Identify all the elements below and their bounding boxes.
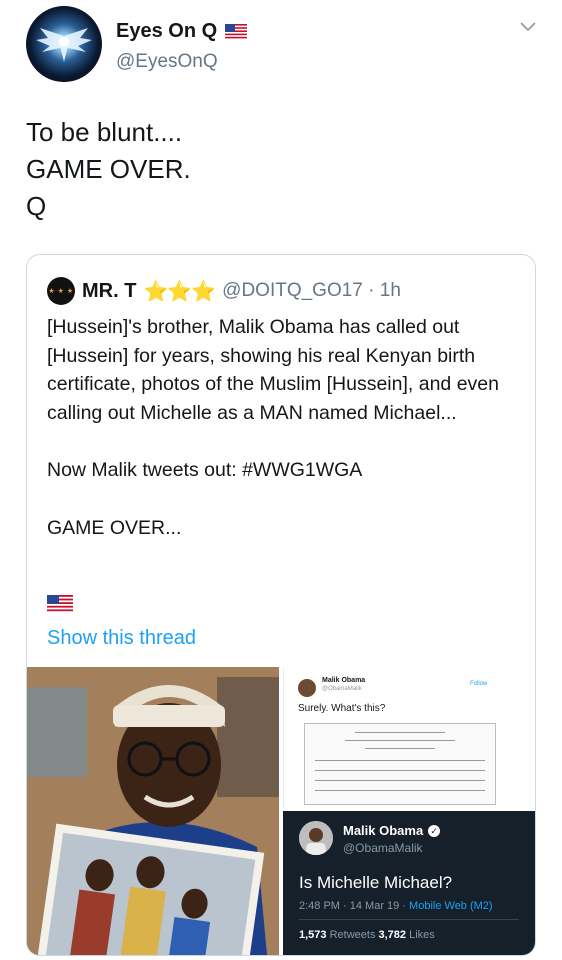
eagle-logo-icon — [36, 28, 92, 62]
retweet-count: 1,573 — [299, 929, 327, 941]
author-handle[interactable]: @EyesOnQ — [116, 51, 218, 73]
quoted-author-avatar: ★ ★ ★ — [47, 277, 75, 305]
certificate-image — [304, 723, 496, 805]
follow-button: Follow — [470, 681, 488, 687]
embedded-author-name: Malik Obama — [343, 823, 424, 838]
tweet-header: Eyes On Q @EyesOnQ — [26, 6, 536, 86]
author-name-row: Eyes On Q — [116, 20, 248, 43]
chevron-down-icon[interactable] — [520, 22, 536, 32]
embedded-author-handle: @ObamaMalik — [343, 841, 423, 855]
tweet-line: Q — [26, 191, 47, 221]
us-flag-icon — [225, 24, 248, 39]
like-label: Likes — [406, 929, 435, 941]
embedded-author-name: Malik Obama — [322, 677, 366, 684]
divider — [299, 919, 519, 920]
author-avatar[interactable] — [26, 6, 102, 82]
embedded-tweet-text: Is Michelle Michael? — [299, 873, 453, 892]
embedded-author-name-row: Malik Obama ✓ — [343, 823, 441, 838]
retweet-label: Retweets — [326, 929, 379, 941]
embedded-author-handle: @ObamaMalik — [322, 686, 362, 692]
quoted-avatar-text: ★ ★ ★ — [48, 288, 74, 295]
tweet-line: GAME OVER. — [26, 154, 191, 184]
embedded-tweet-dark[interactable]: Malik Obama ✓ @ObamaMalik Is Michelle Mi… — [283, 811, 535, 955]
avatar — [299, 821, 333, 855]
embedded-tweet-meta: 2:48 PM · 14 Mar 19 · Mobile Web (M2) — [299, 900, 493, 912]
media-grid: Malik Obama @ObamaMalik Follow Surely. W… — [27, 667, 535, 955]
tweet-time: 2:48 PM · 14 Mar 19 · — [299, 900, 410, 912]
tweet-line: To be blunt.... — [26, 117, 183, 147]
quoted-tweet-body: [Hussein]'s brother, Malik Obama has cal… — [47, 313, 517, 542]
quoted-handle-time: @DOITQ_GO17 · 1h — [222, 280, 401, 301]
show-thread-link[interactable]: Show this thread — [47, 627, 196, 650]
quoted-tweet-header: ★ ★ ★ MR. T ⭐⭐⭐ @DOITQ_GO17 · 1h — [47, 277, 401, 305]
person-photo-icon — [299, 821, 333, 855]
tweet-text: To be blunt.... GAME OVER. Q — [26, 114, 191, 225]
quoted-paragraph: [Hussein]'s brother, Malik Obama has cal… — [47, 316, 499, 424]
us-flag-icon — [47, 595, 73, 612]
photo-man-with-picture[interactable] — [27, 667, 279, 955]
author-name[interactable]: Eyes On Q — [116, 20, 217, 43]
embedded-tweet-screenshot[interactable]: Malik Obama @ObamaMalik Follow Surely. W… — [283, 667, 535, 807]
portrait-illustration — [27, 667, 279, 955]
quoted-author-name: MR. T — [82, 279, 137, 302]
embedded-tweet-stats: 1,573 Retweets 3,782 Likes — [299, 929, 435, 941]
tweet-source: Mobile Web (M2) — [409, 900, 493, 912]
avatar — [298, 679, 316, 697]
verified-badge-icon: ✓ — [428, 824, 441, 837]
star-emoji-icon: ⭐⭐⭐ — [143, 280, 216, 303]
like-count: 3,782 — [378, 929, 407, 941]
quoted-paragraph: Now Malik tweets out: #WWG1WGA — [47, 459, 363, 481]
quoted-paragraph: GAME OVER... — [47, 516, 182, 539]
embedded-tweet-text: Surely. What's this? — [298, 703, 386, 714]
quoted-tweet-card[interactable]: ★ ★ ★ MR. T ⭐⭐⭐ @DOITQ_GO17 · 1h [Hussei… — [26, 254, 536, 956]
